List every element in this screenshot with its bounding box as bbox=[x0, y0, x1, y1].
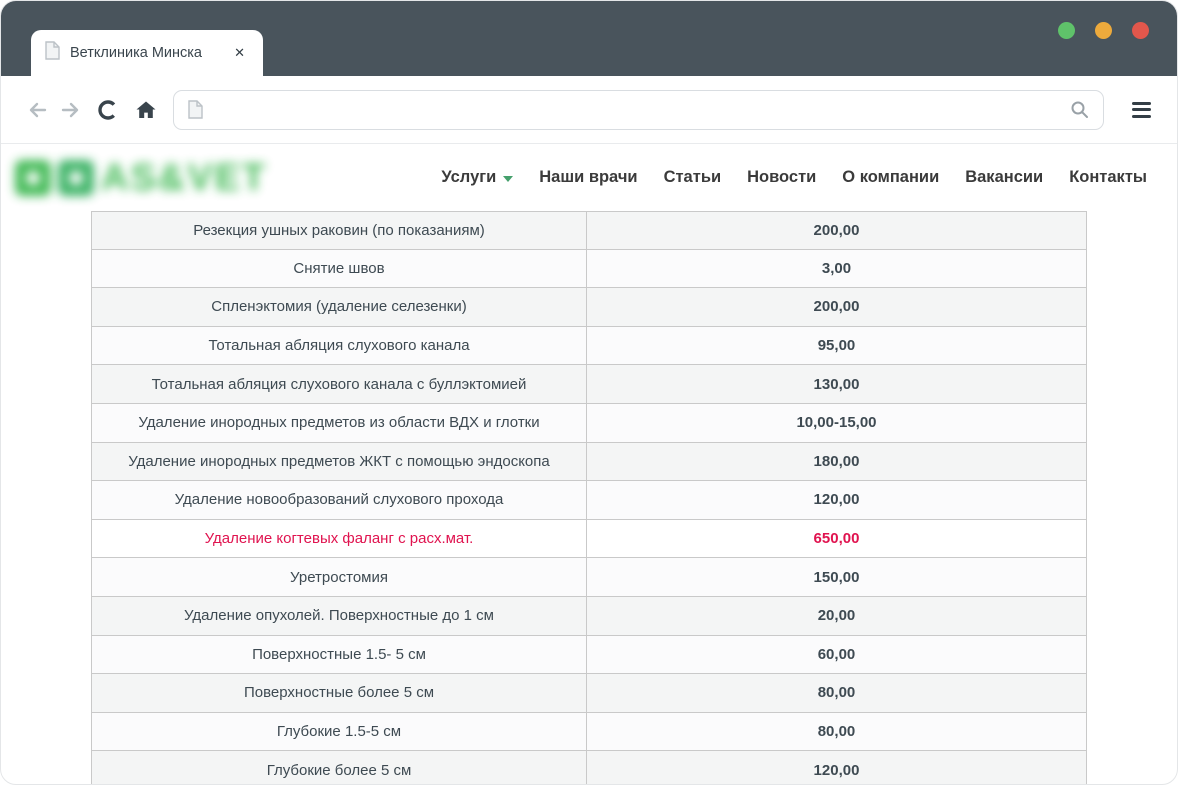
browser-window: Ветклиника Минска ✕ AS&VET Услуги Наши в… bbox=[0, 0, 1178, 785]
price-cell: 180,00 bbox=[813, 452, 860, 470]
table-row: Уретростомия 150,00 bbox=[91, 558, 1087, 597]
home-button[interactable] bbox=[131, 95, 161, 125]
tab-close-icon[interactable]: ✕ bbox=[230, 43, 249, 63]
site-logo[interactable]: AS&VET bbox=[15, 159, 267, 197]
menu-icon[interactable] bbox=[1128, 98, 1155, 122]
nav-item-label: Статьи bbox=[663, 168, 722, 186]
traffic-light-green[interactable] bbox=[1058, 22, 1075, 39]
nav-item-label: О компании bbox=[842, 168, 940, 186]
price-cell: 10,00-15,00 bbox=[796, 414, 877, 432]
price-table: Резекция ушных раковин (по показаниям) 20… bbox=[91, 211, 1087, 784]
traffic-light-red[interactable] bbox=[1132, 22, 1149, 39]
service-cell: Поверхностные 1.5- 5 см bbox=[92, 635, 587, 674]
service-cell: Тотальная абляция слухового канала bbox=[92, 326, 587, 365]
service-cell: Поверхностные более 5 см bbox=[92, 674, 587, 712]
address-bar-input[interactable] bbox=[173, 89, 1104, 130]
service-cell: Удаление когтевых фаланг с расх.мат. bbox=[92, 519, 587, 558]
price-cell: 20,00 bbox=[817, 607, 856, 625]
table-row: Поверхностные более 5 см 80,00 bbox=[91, 674, 1087, 713]
table-row: Удаление когтевых фаланг с расх.мат. 650,… bbox=[91, 519, 1087, 559]
nav-item-7[interactable]: Контакты bbox=[1069, 168, 1147, 187]
service-cell: Удаление инородных предметов ЖКТ с помощ… bbox=[92, 442, 587, 481]
service-cell: Глубокие 1.5-5 см bbox=[92, 712, 587, 751]
nav-item-label: Контакты bbox=[1069, 168, 1147, 186]
page-content: AS&VET Услуги Наши врачи Статьи Новости О ко… bbox=[1, 144, 1177, 784]
service-cell: Тотальная абляция слухового канала с бул… bbox=[92, 365, 587, 403]
table-row: Резекция ушных раковин (по показаниям) 20… bbox=[91, 211, 1087, 250]
service-cell: Спленэктомия (удаление селезенки) bbox=[92, 288, 587, 326]
nav-item-label: Новости bbox=[747, 168, 817, 186]
traffic-light-orange[interactable] bbox=[1095, 22, 1112, 39]
table-row: Удаление опухолей. Поверхностные до 1 см… bbox=[91, 596, 1087, 636]
price-cell: 3,00 bbox=[821, 259, 852, 277]
service-cell: Глубокие более 5 см bbox=[92, 751, 587, 784]
table-row: Снятие швов 3,00 bbox=[91, 249, 1087, 289]
table-row: Глубокие 1.5-5 см 80,00 bbox=[91, 712, 1087, 752]
nav-item-label: Услуги bbox=[441, 168, 497, 186]
price-cell: 120,00 bbox=[813, 761, 860, 779]
page-icon bbox=[188, 99, 203, 124]
site-nav: Услуги Наши врачи Статьи Новости О компании В… bbox=[441, 168, 1147, 187]
nav-item-2[interactable]: Наши врачи bbox=[539, 168, 637, 187]
browser-toolbar bbox=[1, 76, 1177, 144]
price-cell: 60,00 bbox=[817, 645, 856, 663]
nav-item-4[interactable]: Новости bbox=[747, 168, 816, 187]
price-cell: 200,00 bbox=[813, 298, 860, 316]
table-row: Тотальная абляция слухового канала 95,00 bbox=[91, 326, 1087, 366]
window-controls bbox=[1058, 22, 1149, 39]
forward-button[interactable] bbox=[55, 95, 85, 125]
price-cell: 150,00 bbox=[813, 568, 860, 586]
address-bar bbox=[173, 89, 1104, 130]
table-row: Удаление инородных предметов из области … bbox=[91, 403, 1087, 443]
search-icon[interactable] bbox=[1069, 99, 1090, 125]
back-button[interactable] bbox=[23, 95, 53, 125]
nav-item-label: Наши врачи bbox=[539, 168, 638, 186]
price-cell: 95,00 bbox=[817, 337, 856, 355]
nav-item-1[interactable]: Услуги bbox=[441, 168, 514, 187]
table-row: Тотальная абляция слухового канала с бул… bbox=[91, 365, 1087, 404]
browser-titlebar: Ветклиника Минска ✕ bbox=[1, 1, 1177, 76]
price-cell: 130,00 bbox=[813, 375, 860, 393]
nav-item-label: Вакансии bbox=[965, 168, 1044, 186]
site-header: AS&VET Услуги Наши врачи Статьи Новости О ко… bbox=[1, 144, 1177, 211]
price-cell: 80,00 bbox=[817, 684, 856, 702]
price-cell: 650,00 bbox=[813, 530, 860, 548]
logo-text: AS&VET bbox=[101, 156, 268, 199]
reload-button[interactable] bbox=[93, 95, 123, 125]
browser-tab[interactable]: Ветклиника Минска ✕ bbox=[31, 30, 263, 76]
price-cell: 120,00 bbox=[813, 491, 860, 509]
service-cell: Уретростомия bbox=[92, 558, 587, 596]
service-cell: Удаление инородных предметов из области … bbox=[92, 403, 587, 442]
service-cell: Резекция ушных раковин (по показаниям) bbox=[92, 212, 587, 249]
price-cell: 200,00 bbox=[813, 221, 860, 239]
table-row: Глубокие более 5 см 120,00 bbox=[91, 751, 1087, 784]
nav-item-3[interactable]: Статьи bbox=[664, 168, 722, 187]
page-icon bbox=[45, 41, 60, 65]
table-row: Удаление инородных предметов ЖКТ с помощ… bbox=[91, 442, 1087, 482]
logo-mark-icon bbox=[15, 159, 51, 196]
logo-mark-icon bbox=[58, 159, 94, 196]
table-row: Удаление новообразований слухового прохо… bbox=[91, 481, 1087, 520]
nav-item-5[interactable]: О компании bbox=[842, 168, 939, 187]
chevron-down-icon bbox=[503, 175, 514, 182]
service-cell: Снятие швов bbox=[92, 249, 587, 288]
price-cell: 80,00 bbox=[817, 723, 856, 741]
table-row: Спленэктомия (удаление селезенки) 200,00 bbox=[91, 288, 1087, 327]
service-cell: Удаление новообразований слухового прохо… bbox=[92, 481, 587, 519]
tab-title: Ветклиника Минска bbox=[70, 45, 202, 61]
nav-item-6[interactable]: Вакансии bbox=[965, 168, 1043, 187]
table-row: Поверхностные 1.5- 5 см 60,00 bbox=[91, 635, 1087, 675]
service-cell: Удаление опухолей. Поверхностные до 1 см bbox=[92, 596, 587, 635]
